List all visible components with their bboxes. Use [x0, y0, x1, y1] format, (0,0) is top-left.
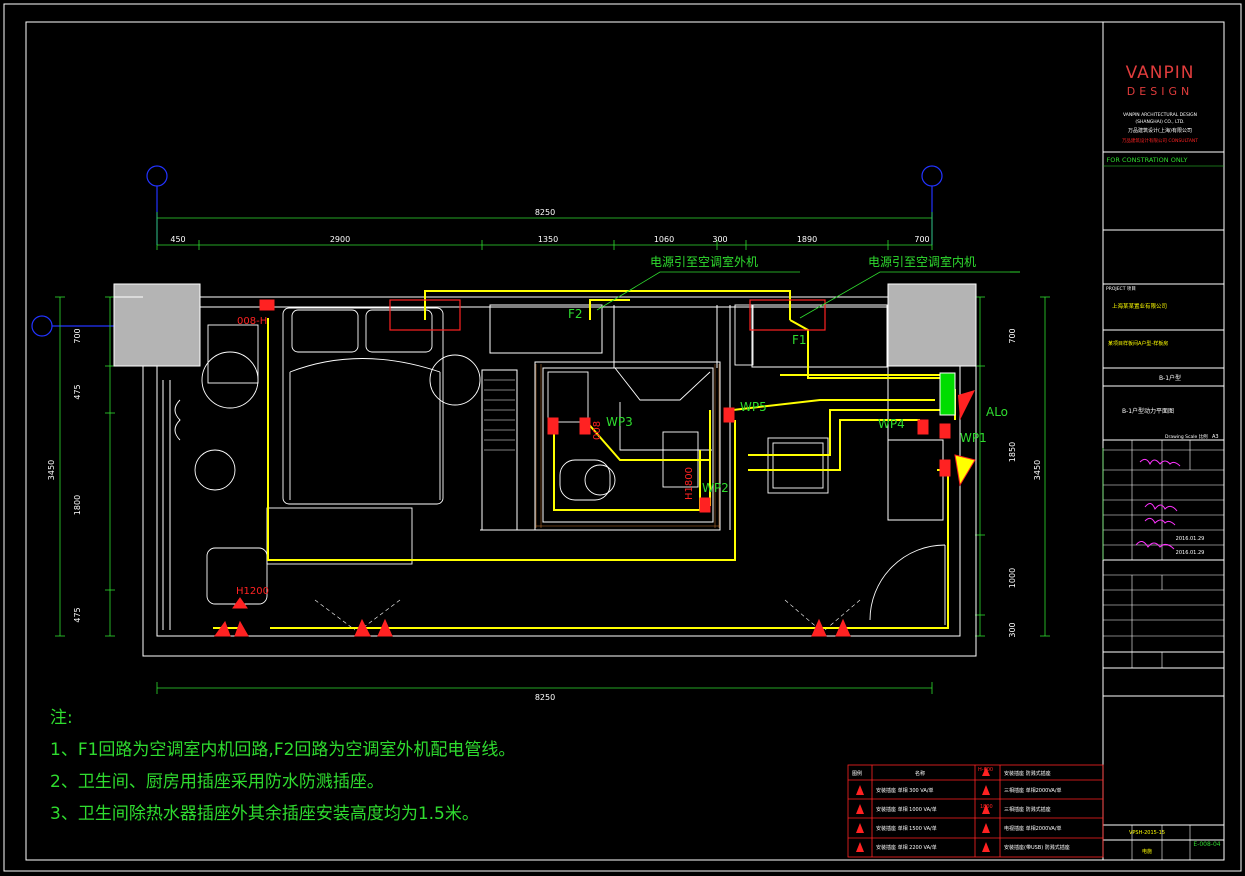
bed	[201, 307, 481, 505]
column-right	[887, 283, 977, 367]
label-h1800: H1800	[684, 467, 695, 500]
label-h1200: H1200	[236, 586, 269, 597]
axis-bubble-right-top	[921, 165, 943, 187]
axis-bubble-left	[31, 315, 53, 337]
label-008h: 008-H	[237, 316, 267, 327]
legend-row-r1: 安装插座 防溅式插座	[1004, 770, 1051, 777]
dim-top-seg-3: 1350	[538, 235, 558, 244]
legend-row-2: 安装插座 单相 1000 VA/单	[876, 806, 937, 813]
label-power-indoor: 电源引至空调室内机	[868, 254, 976, 269]
dim-top-seg-2: 2900	[330, 235, 350, 244]
legend-row-r4: 电视插座 单相2000VA/单	[1004, 825, 1062, 832]
date-1: 2016.01.29	[1176, 536, 1205, 542]
legend-header-name: 名称	[915, 770, 925, 777]
label-wp2: WP2	[702, 481, 729, 495]
unit-type: B-1户型	[1159, 374, 1181, 382]
legend-header-icon: 图例	[852, 770, 862, 777]
legend-row-1: 安装插座 单相 300 VA/单	[876, 787, 934, 794]
dim-left-total: 3450	[47, 460, 56, 480]
label-wp3: WP3	[606, 415, 633, 429]
label-wp5: WP5	[740, 400, 767, 414]
drawing-title: B-1户型动力平面图	[1122, 407, 1174, 415]
dim-right-seg-1: 700	[1008, 328, 1017, 343]
dim-top-seg-1: 450	[170, 235, 185, 244]
dim-left-seg-1: 700	[73, 328, 82, 343]
company-cn: 万品建筑设计(上海)有限公司	[1128, 127, 1192, 134]
column-left	[113, 283, 201, 367]
note-item-3: 3、卫生间除热水器插座外其余插座安装高度均为1.5米。	[50, 804, 479, 824]
signature-1	[1139, 458, 1181, 467]
company-en-1: VANPIN ARCHITECTURAL DESIGN	[1123, 112, 1197, 118]
brand-name: VANPIN	[1126, 63, 1195, 83]
dim-right-seg-4: 300	[1008, 622, 1017, 637]
project-label: PROJECT 项目	[1106, 286, 1136, 292]
legend-row-3: 安装插座 单相 1500 VA/单	[876, 825, 937, 832]
scale-label: Drawing Scale 比例	[1165, 433, 1208, 440]
label-f1: F1	[792, 333, 807, 347]
signature-3	[1144, 517, 1176, 526]
legend-row-r3: 三相插座 防溅式插座	[1004, 806, 1051, 813]
dim-top-seg-6: 1890	[797, 235, 817, 244]
sheet-label: 电施	[1142, 848, 1152, 855]
date-2: 2016.01.29	[1176, 550, 1205, 556]
company-en-2: (SHANGHAI) CO., LTD.	[1135, 119, 1184, 125]
distribution-panel	[939, 372, 956, 416]
project-name: 上海某某置业有限公司	[1112, 302, 1167, 310]
label-al: ALo	[986, 405, 1008, 419]
label-power-outdoor: 电源引至空调室外机	[650, 254, 758, 269]
dim-right-total: 3450	[1033, 460, 1042, 480]
dim-left-seg-2: 475	[73, 384, 82, 399]
wiring	[213, 290, 956, 629]
note-item-1: 1、F1回路为空调室内机回路,F2回路为空调室外机配电管线。	[50, 740, 516, 760]
notes-title: 注:	[50, 708, 73, 728]
dim-left-seg-3: 1800	[73, 495, 82, 515]
legend-row-r2: 三相插座 单相2000VA/单	[1004, 787, 1062, 794]
legend-row-r5: 安装插座(带USB) 防溅式插座	[1004, 844, 1070, 851]
for-construction: FOR CONSTRATION ONLY	[1107, 156, 1188, 164]
label-f2: F2	[568, 307, 583, 321]
dim-left-seg-4: 475	[73, 607, 82, 622]
label-wp1: WP1	[960, 431, 987, 445]
dim-right-seg-2: 1850	[1008, 442, 1017, 462]
sheet-code: E-008-04	[1193, 841, 1220, 848]
scale-value: A3	[1212, 434, 1219, 440]
dim-top-seg-5: 300	[712, 235, 727, 244]
dim-bottom-total: 8250	[535, 693, 555, 702]
dim-top-seg-4: 1060	[654, 235, 674, 244]
signature-2	[1144, 503, 1178, 512]
dim-top-total: 8250	[535, 208, 555, 217]
dim-top-seg-7: 700	[914, 235, 929, 244]
subproject: 某项目样板间A户型-样板房	[1108, 340, 1168, 347]
job-no: VPSH-2015-15	[1129, 830, 1165, 836]
legend-row-4: 安装插座 单相 2200 VA/单	[876, 844, 937, 851]
dim-right-seg-3: 1000	[1008, 568, 1017, 588]
axis-bubble-left-top	[146, 165, 168, 187]
brand-sub: DESIGN	[1127, 85, 1193, 98]
company-red: 万品建筑设计有限公司 CONSULTANT	[1122, 137, 1198, 144]
label-008-vertical: 008	[592, 421, 603, 440]
notes-block: 注: 1、F1回路为空调室内机回路,F2回路为空调室外机配电管线。 2、卫生间、…	[50, 702, 515, 830]
note-item-2: 2、卫生间、厨房用插座采用防水防溅插座。	[50, 772, 384, 792]
label-wp4: WP4	[878, 417, 905, 431]
